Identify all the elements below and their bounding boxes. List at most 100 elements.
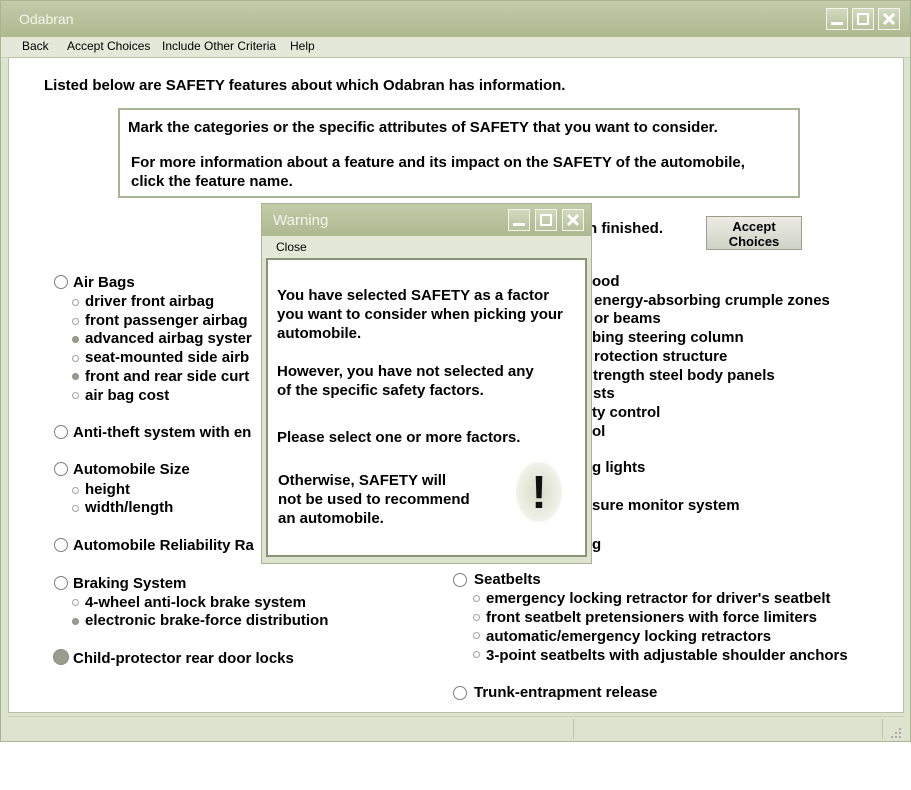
sub-radio[interactable] <box>72 599 79 606</box>
menu-accept-choices[interactable]: Accept Choices <box>67 39 150 53</box>
sub-radio[interactable] <box>473 595 480 602</box>
automobile-size-radio[interactable] <box>54 462 68 476</box>
right-partial-label[interactable]: ood <box>592 273 620 290</box>
close-icon <box>566 213 580 227</box>
sub-radio[interactable] <box>72 618 79 625</box>
sub-radio[interactable] <box>473 614 480 621</box>
right-partial-label[interactable]: g lights <box>592 459 645 476</box>
maximize-icon <box>540 214 552 226</box>
sub-item-label[interactable]: front and rear side curt <box>85 368 249 385</box>
sub-radio[interactable] <box>72 487 79 494</box>
resize-grip-icon[interactable] <box>890 727 902 739</box>
air-bags-label[interactable]: Air Bags <box>73 274 135 291</box>
sub-item-label[interactable]: seat-mounted side airb <box>85 349 249 366</box>
intro-text: Listed below are SAFETY features about w… <box>44 77 566 94</box>
dialog-title-bar[interactable]: Warning <box>262 204 591 236</box>
dialog-text: of the specific safety factors. <box>277 382 484 399</box>
dialog-text: Please select one or more factors. <box>277 429 521 446</box>
sub-item-label[interactable]: 4-wheel anti-lock brake system <box>85 594 306 611</box>
menu-include-other-criteria[interactable]: Include Other Criteria <box>162 39 276 53</box>
right-partial-label[interactable]: bing steering column <box>592 329 744 346</box>
child-locks-radio[interactable] <box>53 649 69 665</box>
instructions-line2: For more information about a feature and… <box>131 154 745 171</box>
sub-radio[interactable] <box>72 299 79 306</box>
right-partial-label[interactable]: sure monitor system <box>592 497 740 514</box>
maximize-icon <box>857 13 869 25</box>
reliability-radio[interactable] <box>54 538 68 552</box>
child-locks-label[interactable]: Child-protector rear door locks <box>73 650 294 667</box>
braking-system-radio[interactable] <box>54 576 68 590</box>
right-partial-label[interactable]: energy-absorbing crumple zones <box>594 292 830 309</box>
seatbelts-radio[interactable] <box>453 573 467 587</box>
sub-radio[interactable] <box>72 392 79 399</box>
sub-radio[interactable] <box>473 651 480 658</box>
warning-dialog: Warning Close You have selected SAFETY a… <box>261 203 592 564</box>
finished-text: n finished. <box>588 220 663 237</box>
sub-item-label[interactable]: front seatbelt pretensioners with force … <box>486 609 817 626</box>
minimize-icon <box>831 22 843 25</box>
sub-radio[interactable] <box>72 318 79 325</box>
warning-exclamation-icon: ! <box>516 462 562 522</box>
seatbelts-label[interactable]: Seatbelts <box>474 571 541 588</box>
menu-bar: Back Accept Choices Include Other Criter… <box>1 37 910 58</box>
right-partial-label[interactable]: or beams <box>594 310 661 327</box>
sub-radio[interactable] <box>72 355 79 362</box>
minimize-icon <box>513 223 525 226</box>
sub-item-label[interactable]: automatic/emergency locking retractors <box>486 628 771 645</box>
right-partial-label[interactable]: ty control <box>592 404 660 421</box>
automobile-size-label[interactable]: Automobile Size <box>73 461 190 478</box>
menu-help[interactable]: Help <box>290 39 315 53</box>
dialog-close-button[interactable] <box>562 209 584 231</box>
window-title: Odabran <box>19 11 74 27</box>
title-bar[interactable]: Odabran <box>1 1 910 37</box>
sub-item-label[interactable]: driver front airbag <box>85 293 214 310</box>
dialog-minimize-button[interactable] <box>508 209 530 231</box>
sub-item-label[interactable]: air bag cost <box>85 387 169 404</box>
close-button[interactable] <box>878 8 900 30</box>
close-icon <box>882 12 896 26</box>
dialog-text: not be used to recommend <box>278 491 470 508</box>
instructions-line1: Mark the categories or the specific attr… <box>128 119 718 136</box>
menu-back[interactable]: Back <box>22 39 49 53</box>
anti-theft-radio[interactable] <box>54 425 68 439</box>
right-partial-label[interactable]: trength steel body panels <box>593 367 775 384</box>
dialog-menu-close[interactable]: Close <box>276 240 307 254</box>
dialog-text: you want to consider when picking your <box>277 306 563 323</box>
status-bar <box>8 716 904 741</box>
sub-item-label[interactable]: front passenger airbag <box>85 312 248 329</box>
dialog-text: However, you have not selected any <box>277 363 534 380</box>
minimize-button[interactable] <box>826 8 848 30</box>
right-partial-label[interactable]: ol <box>592 423 605 440</box>
accept-label-2: Choices <box>728 234 780 249</box>
anti-theft-label[interactable]: Anti-theft system with en <box>73 424 251 441</box>
sub-radio[interactable] <box>72 373 79 380</box>
dialog-text: automobile. <box>277 325 362 342</box>
braking-system-label[interactable]: Braking System <box>73 575 186 592</box>
sub-item-label[interactable]: electronic brake-force distribution <box>85 612 328 629</box>
reliability-label[interactable]: Automobile Reliability Ra <box>73 537 254 554</box>
accept-label-1: Accept <box>732 219 776 234</box>
sub-item-label[interactable]: height <box>85 481 130 498</box>
dialog-title: Warning <box>273 212 329 229</box>
sub-item-label[interactable]: emergency locking retractor for driver's… <box>486 590 831 607</box>
maximize-button[interactable] <box>852 8 874 30</box>
dialog-text: You have selected SAFETY as a factor <box>277 287 550 304</box>
air-bags-radio[interactable] <box>54 275 68 289</box>
dialog-text: Otherwise, SAFETY will <box>278 472 447 489</box>
sub-item-label[interactable]: 3-point seatbelts with adjustable should… <box>486 647 848 664</box>
trunk-release-label[interactable]: Trunk-entrapment release <box>474 684 657 701</box>
instructions-box: Mark the categories or the specific attr… <box>118 108 800 198</box>
right-partial-label[interactable]: sts <box>593 385 615 402</box>
right-partial-label[interactable]: g <box>592 536 601 553</box>
sub-radio[interactable] <box>473 632 480 639</box>
sub-item-label[interactable]: advanced airbag syster <box>85 330 252 347</box>
accept-choices-button[interactable]: Accept Choices <box>706 216 802 250</box>
sub-item-label[interactable]: width/length <box>85 499 173 516</box>
instructions-line3: click the feature name. <box>131 173 293 190</box>
dialog-maximize-button[interactable] <box>535 209 557 231</box>
right-partial-label[interactable]: rotection structure <box>594 348 727 365</box>
dialog-body: You have selected SAFETY as a factor you… <box>266 258 587 557</box>
sub-radio[interactable] <box>72 336 79 343</box>
sub-radio[interactable] <box>72 505 79 512</box>
trunk-release-radio[interactable] <box>453 686 467 700</box>
